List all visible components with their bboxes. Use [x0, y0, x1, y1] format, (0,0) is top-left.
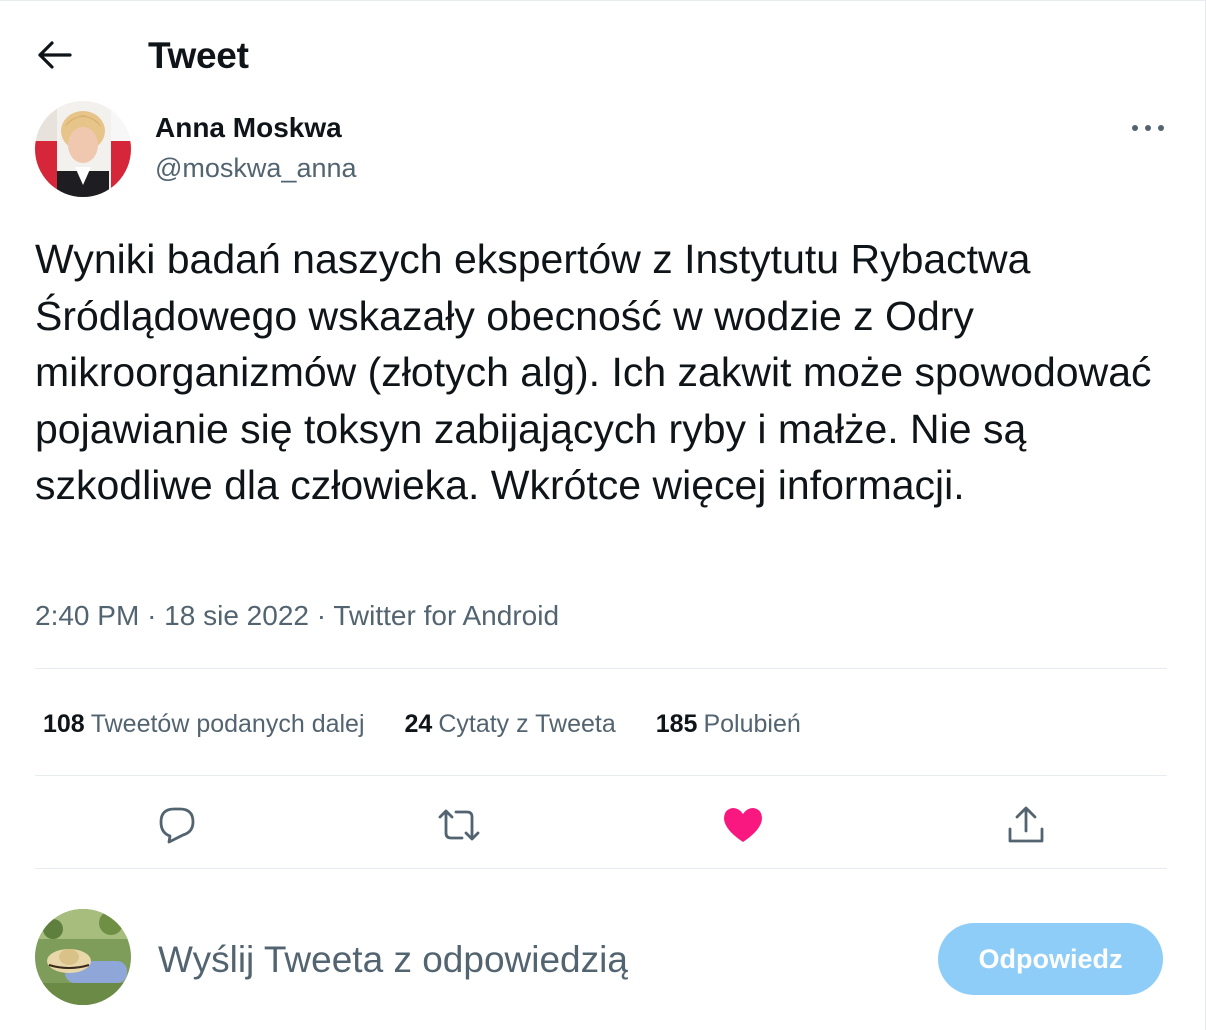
more-dots-icon — [1132, 125, 1164, 131]
back-button[interactable] — [30, 35, 80, 75]
author-handle[interactable]: @moskwa_anna — [155, 152, 357, 184]
speech-bubble-icon — [159, 807, 195, 844]
tweet-text: Wyniki badań naszych ekspertów z Instytu… — [35, 236, 1152, 508]
quotes-stat[interactable]: 24 Cytaty z Tweeta — [405, 707, 616, 741]
divider — [35, 668, 1167, 669]
tweet-date[interactable]: 18 sie 2022 — [164, 600, 309, 631]
likes-count: 185 — [655, 710, 698, 738]
tweet-source[interactable]: Twitter for Android — [333, 600, 559, 631]
tweet-stats: 108 Tweetów podanych dalej 24 Cytaty z Twe… — [43, 707, 801, 741]
share-icon — [1008, 806, 1044, 843]
divider — [35, 868, 1167, 869]
retweets-label: Tweetów podanych dalej — [90, 710, 365, 738]
retweets-count: 108 — [43, 710, 85, 738]
tweet-page: Tweet Anna Moskwa @moskwa_anna Wyniki ba… — [0, 0, 1206, 1030]
quotes-label: Cytaty z Tweeta — [438, 710, 616, 738]
likes-label: Polubień — [703, 710, 801, 738]
user-avatar[interactable] — [35, 909, 131, 1005]
reply-submit-button[interactable]: Odpowiedz — [938, 923, 1163, 995]
share-button[interactable] — [1002, 801, 1050, 849]
retweets-stat[interactable]: 108 Tweetów podanych dalej — [43, 707, 365, 741]
heart-icon — [724, 808, 762, 842]
quotes-count: 24 — [404, 710, 433, 738]
arrow-left-icon — [38, 41, 72, 69]
more-options-button[interactable] — [1126, 113, 1170, 143]
divider — [35, 775, 1167, 776]
tweet-time[interactable]: 2:40 PM — [35, 600, 139, 631]
reply-button[interactable] — [153, 801, 201, 849]
author-name[interactable]: Anna Moskwa — [155, 112, 342, 144]
retweet-button[interactable] — [435, 801, 483, 849]
tweet-meta: 2:40 PM · 18 sie 2022 · Twitter for Andr… — [35, 599, 559, 633]
retweet-icon — [438, 809, 480, 841]
page-title: Tweet — [148, 35, 249, 76]
likes-stat[interactable]: 185 Polubień — [656, 707, 801, 741]
meta-separator: · — [316, 600, 327, 631]
reply-input[interactable]: Wyślij Tweeta z odpowiedzią — [158, 933, 878, 987]
author-avatar[interactable] — [35, 101, 131, 197]
meta-separator: · — [147, 600, 157, 631]
like-button[interactable] — [719, 801, 767, 849]
